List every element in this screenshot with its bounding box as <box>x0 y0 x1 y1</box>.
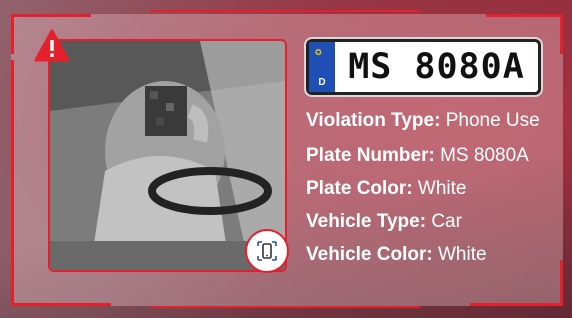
frame-top-right-corner <box>560 14 563 54</box>
frame-bottom-mid <box>150 306 420 308</box>
frame-top-mid <box>150 10 420 12</box>
info-label: Vehicle Type <box>306 211 420 232</box>
info-vehicle-color: Vehicle Color: White <box>306 244 487 265</box>
info-value: MS 8080A <box>440 145 529 166</box>
frame-bottom-left-corner <box>11 260 14 306</box>
info-label: Plate Number <box>306 145 429 166</box>
license-plate: ✪ D MS 8080A <box>304 37 543 97</box>
info-violation-type: Violation Type: Phone Use <box>306 110 540 131</box>
plate-country-code: D <box>318 77 326 88</box>
info-value: Car <box>431 211 462 232</box>
info-value: White <box>437 244 487 265</box>
info-label: Vehicle Color <box>306 244 427 265</box>
phone-use-badge <box>245 229 289 273</box>
info-value: White <box>417 178 467 199</box>
info-vehicle-type: Vehicle Type: Car <box>306 211 462 232</box>
info-plate-color: Plate Color: White <box>306 178 467 199</box>
info-label: Plate Color <box>306 178 407 199</box>
info-label: Violation Type <box>306 110 435 131</box>
frame-top-left-corner <box>11 14 14 54</box>
frame-top-left <box>11 14 91 17</box>
frame-top-right <box>486 14 563 17</box>
info-value: Phone Use <box>445 110 540 131</box>
frame-bottom-right-corner <box>560 260 563 306</box>
plate-number: MS 8080A <box>348 47 525 87</box>
frame-bottom-right <box>470 303 563 306</box>
phone-icon <box>257 241 277 261</box>
frame-bottom-left <box>11 303 111 306</box>
plate-eu-band: ✪ D <box>309 42 335 92</box>
eu-stars-icon: ✪ <box>315 48 322 57</box>
info-plate-number: Plate Number: MS 8080A <box>306 145 529 166</box>
frame-left-mid <box>11 60 14 260</box>
warning-icon <box>34 29 70 62</box>
